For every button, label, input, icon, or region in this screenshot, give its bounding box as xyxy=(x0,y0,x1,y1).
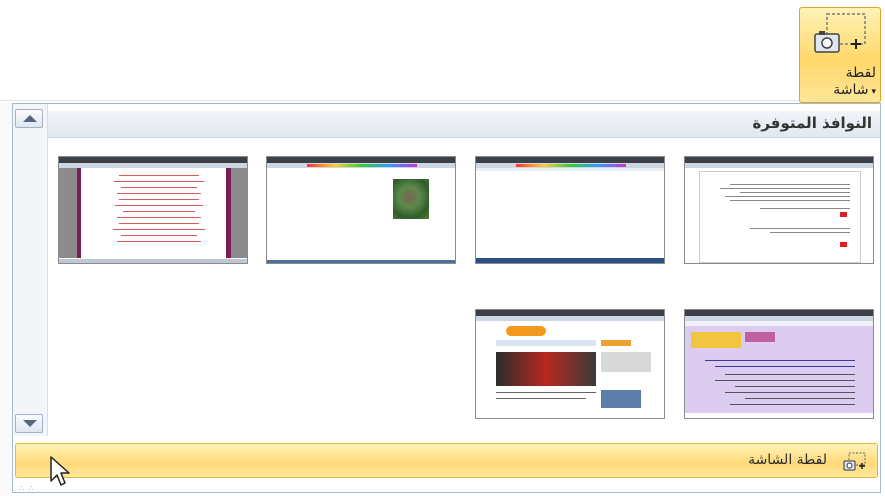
screenshot-button-label-line2: ▾شاشة xyxy=(833,82,876,98)
window-thumbnail-word-document[interactable] xyxy=(684,156,874,264)
scroll-down-button[interactable] xyxy=(15,414,43,433)
screen-clipping-icon xyxy=(843,452,866,471)
window-thumbnail-paint-blank[interactable] xyxy=(475,156,665,264)
document-edge xyxy=(0,103,12,496)
window-thumbnail-news-site[interactable] xyxy=(475,309,665,419)
scroll-up-button[interactable] xyxy=(15,109,43,128)
resize-grip[interactable]: ∴ ∴ xyxy=(19,484,35,493)
screenshot-button-label-text: شاشة xyxy=(833,82,869,98)
arrow-down-icon xyxy=(23,420,37,427)
screenshot-button-label-line1: لقطة xyxy=(845,65,876,81)
dropdown-arrow-icon[interactable]: ▾ xyxy=(871,87,876,97)
window-thumbnail-paint-image[interactable] xyxy=(266,156,456,264)
ribbon-area xyxy=(0,0,885,103)
window-thumbnail-forum-page[interactable] xyxy=(684,309,874,419)
gallery-header: النوافذ المتوفرة xyxy=(48,111,880,138)
arrow-up-icon xyxy=(23,115,37,122)
screen-clipping-button[interactable]: لقطة الشاشة xyxy=(15,443,878,478)
available-windows-title: النوافذ المتوفرة xyxy=(752,114,872,132)
screenshot-button[interactable]: لقطة ▾شاشة xyxy=(799,7,881,103)
screenshot-camera-icon xyxy=(814,13,866,53)
gallery-scrollbar[interactable] xyxy=(13,104,48,436)
window-thumbnail-web-page-poem[interactable] xyxy=(58,156,248,264)
screen-clipping-label: لقطة الشاشة xyxy=(748,452,827,468)
mouse-cursor-icon xyxy=(50,456,70,486)
available-windows-gallery: النوافذ المتوفرة لقطة الشاشة ∴ ∴ xyxy=(12,103,881,493)
ribbon-divider xyxy=(0,100,800,101)
